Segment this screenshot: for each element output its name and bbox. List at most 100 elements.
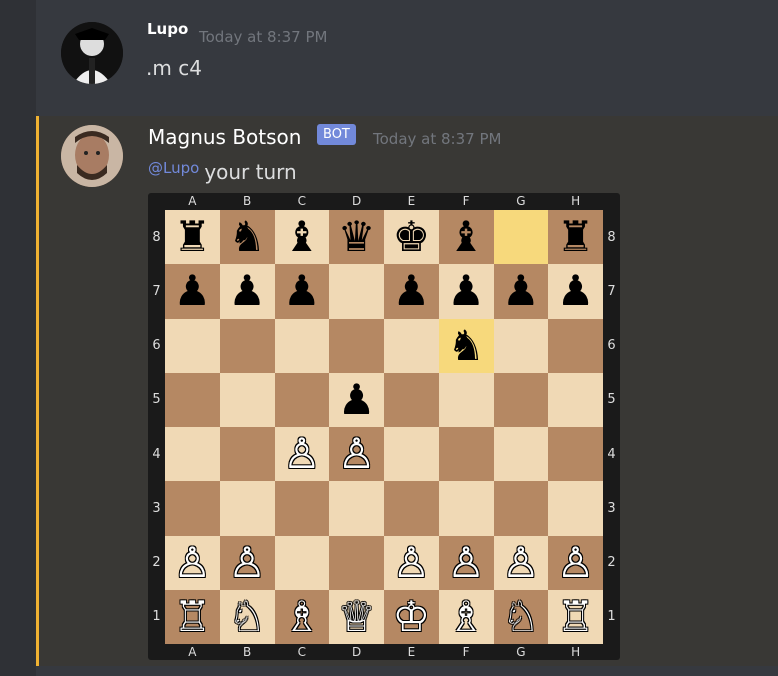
- avatar-magnus-botson[interactable]: [61, 125, 123, 187]
- rank-label: 8: [152, 229, 161, 245]
- square-c5: [274, 372, 330, 427]
- rank-label: 4: [152, 446, 161, 462]
- square-b3: [219, 481, 275, 536]
- white-rook-icon: ♖: [556, 591, 595, 641]
- rank-label: 7: [152, 283, 161, 299]
- file-label: E: [407, 645, 416, 659]
- square-h4: [548, 427, 603, 482]
- file-labels-top: A B C D E F G H: [165, 193, 603, 210]
- username[interactable]: Lupo: [147, 20, 188, 38]
- square-b8: ♞: [219, 210, 275, 265]
- chess-board-image[interactable]: ABCDEFGH 87654321 ♜ ♞ ♝ ♛ ♚ ♝ ♜ ♟ ♟ ♟ ♟ ♟ ♟ ♟ ♞ ♟ ♙ ♙ ♙ ♙ ♙ ♙…: [148, 193, 620, 660]
- rank-label: 4: [607, 446, 616, 462]
- black-pawn-icon: ♟: [556, 266, 595, 316]
- black-knight-icon: ♞: [228, 212, 266, 262]
- square-d3: [329, 481, 384, 536]
- black-pawn-icon: ♟: [392, 266, 431, 316]
- white-king-icon: ♔: [392, 591, 431, 641]
- square-h6: [548, 318, 603, 373]
- square-f2: ♙: [438, 535, 494, 590]
- timestamp: Today at 8:37 PM: [373, 130, 502, 148]
- chess-grid: ♜ ♞ ♝ ♛ ♚ ♝ ♜ ♟ ♟ ♟ ♟ ♟ ♟ ♟ ♞ ♟ ♙ ♙ ♙ ♙ ♙ ♙ ♙ ♙ ♖ ♘ ♗ ♕ ♔ ♗ ♘ ♖: [165, 210, 603, 644]
- message-content: .m c4: [146, 56, 202, 80]
- square-e5: [384, 372, 439, 427]
- message-lupo: Lupo Today at 8:37 PM .m c4: [36, 0, 778, 116]
- square-e6: [384, 318, 439, 373]
- black-pawn-icon: ♟: [502, 266, 540, 316]
- bot-badge: BOT: [317, 124, 356, 145]
- rank-label: 6: [607, 338, 616, 354]
- square-d5: ♟: [329, 372, 384, 427]
- square-g8: [493, 210, 549, 265]
- file-label: A: [188, 194, 197, 208]
- square-g5: [493, 372, 549, 427]
- file-label: B: [243, 645, 252, 659]
- white-rook-icon: ♖: [173, 591, 212, 641]
- chat-bottom-edge: [36, 666, 778, 676]
- file-label: F: [462, 645, 470, 659]
- square-c4: ♙: [274, 427, 330, 482]
- black-pawn-icon: ♟: [228, 266, 266, 316]
- square-e7: ♟: [384, 264, 439, 319]
- square-c2: [274, 535, 330, 590]
- channel-sidebar-edge: [0, 0, 36, 676]
- black-pawn-icon: ♟: [283, 266, 321, 316]
- square-d2: [329, 535, 384, 590]
- square-a4: [165, 427, 220, 482]
- file-label: B: [243, 194, 252, 208]
- white-pawn-icon: ♙: [337, 429, 376, 479]
- user-mention[interactable]: @Lupo: [148, 159, 199, 177]
- square-f3: [438, 481, 494, 536]
- file-label: H: [571, 645, 581, 659]
- file-label: F: [462, 194, 470, 208]
- square-c3: [274, 481, 330, 536]
- square-a2: ♙: [165, 535, 220, 590]
- square-c1: ♗: [274, 589, 330, 644]
- square-e1: ♔: [384, 589, 439, 644]
- square-d6: [329, 318, 384, 373]
- black-bishop-icon: ♝: [447, 212, 485, 262]
- square-a8: ♜: [165, 210, 220, 265]
- square-a5: [165, 372, 220, 427]
- white-bishop-icon: ♗: [283, 591, 321, 641]
- file-label: G: [516, 194, 526, 208]
- square-a6: [165, 318, 220, 373]
- square-g7: ♟: [493, 264, 549, 319]
- black-knight-icon: ♞: [447, 320, 485, 370]
- white-pawn-icon: ♙: [556, 537, 595, 587]
- avatar-lupo[interactable]: [61, 22, 123, 84]
- square-b2: ♙: [219, 535, 275, 590]
- file-label: G: [516, 645, 526, 659]
- rank-labels-right: 8 7 6 5 4 3 2 1: [603, 210, 620, 644]
- file-label: D: [352, 194, 362, 208]
- rank-label: 2: [152, 555, 161, 571]
- rank-label: 3: [152, 500, 161, 516]
- white-bishop-icon: ♗: [447, 591, 485, 641]
- square-c7: ♟: [274, 264, 330, 319]
- square-f1: ♗: [438, 589, 494, 644]
- file-label: A: [188, 645, 197, 659]
- black-pawn-icon: ♟: [337, 374, 376, 424]
- square-e3: [384, 481, 439, 536]
- rank-label: 6: [152, 338, 161, 354]
- black-rook-icon: ♜: [556, 212, 595, 262]
- rank-label: 1: [607, 609, 616, 625]
- rank-labels-left: 8 7 6 5 4 3 2 1: [148, 210, 165, 644]
- square-e4: [384, 427, 439, 482]
- username[interactable]: Magnus Botson: [148, 125, 301, 149]
- message-text: your turn: [204, 160, 297, 184]
- white-knight-icon: ♘: [228, 591, 266, 641]
- square-a7: ♟: [165, 264, 220, 319]
- square-e8: ♚: [384, 210, 439, 265]
- white-pawn-icon: ♙: [173, 537, 212, 587]
- file-label: E: [407, 194, 416, 208]
- rank-label: 5: [607, 392, 616, 408]
- square-d7: [329, 264, 384, 319]
- message-content: @Lupo your turn: [148, 159, 297, 184]
- file-labels-bottom: A B C D E F G H: [165, 644, 603, 661]
- square-h1: ♖: [548, 589, 603, 644]
- square-c6: [274, 318, 330, 373]
- white-pawn-icon: ♙: [502, 537, 540, 587]
- square-b6: [219, 318, 275, 373]
- square-h3: [548, 481, 603, 536]
